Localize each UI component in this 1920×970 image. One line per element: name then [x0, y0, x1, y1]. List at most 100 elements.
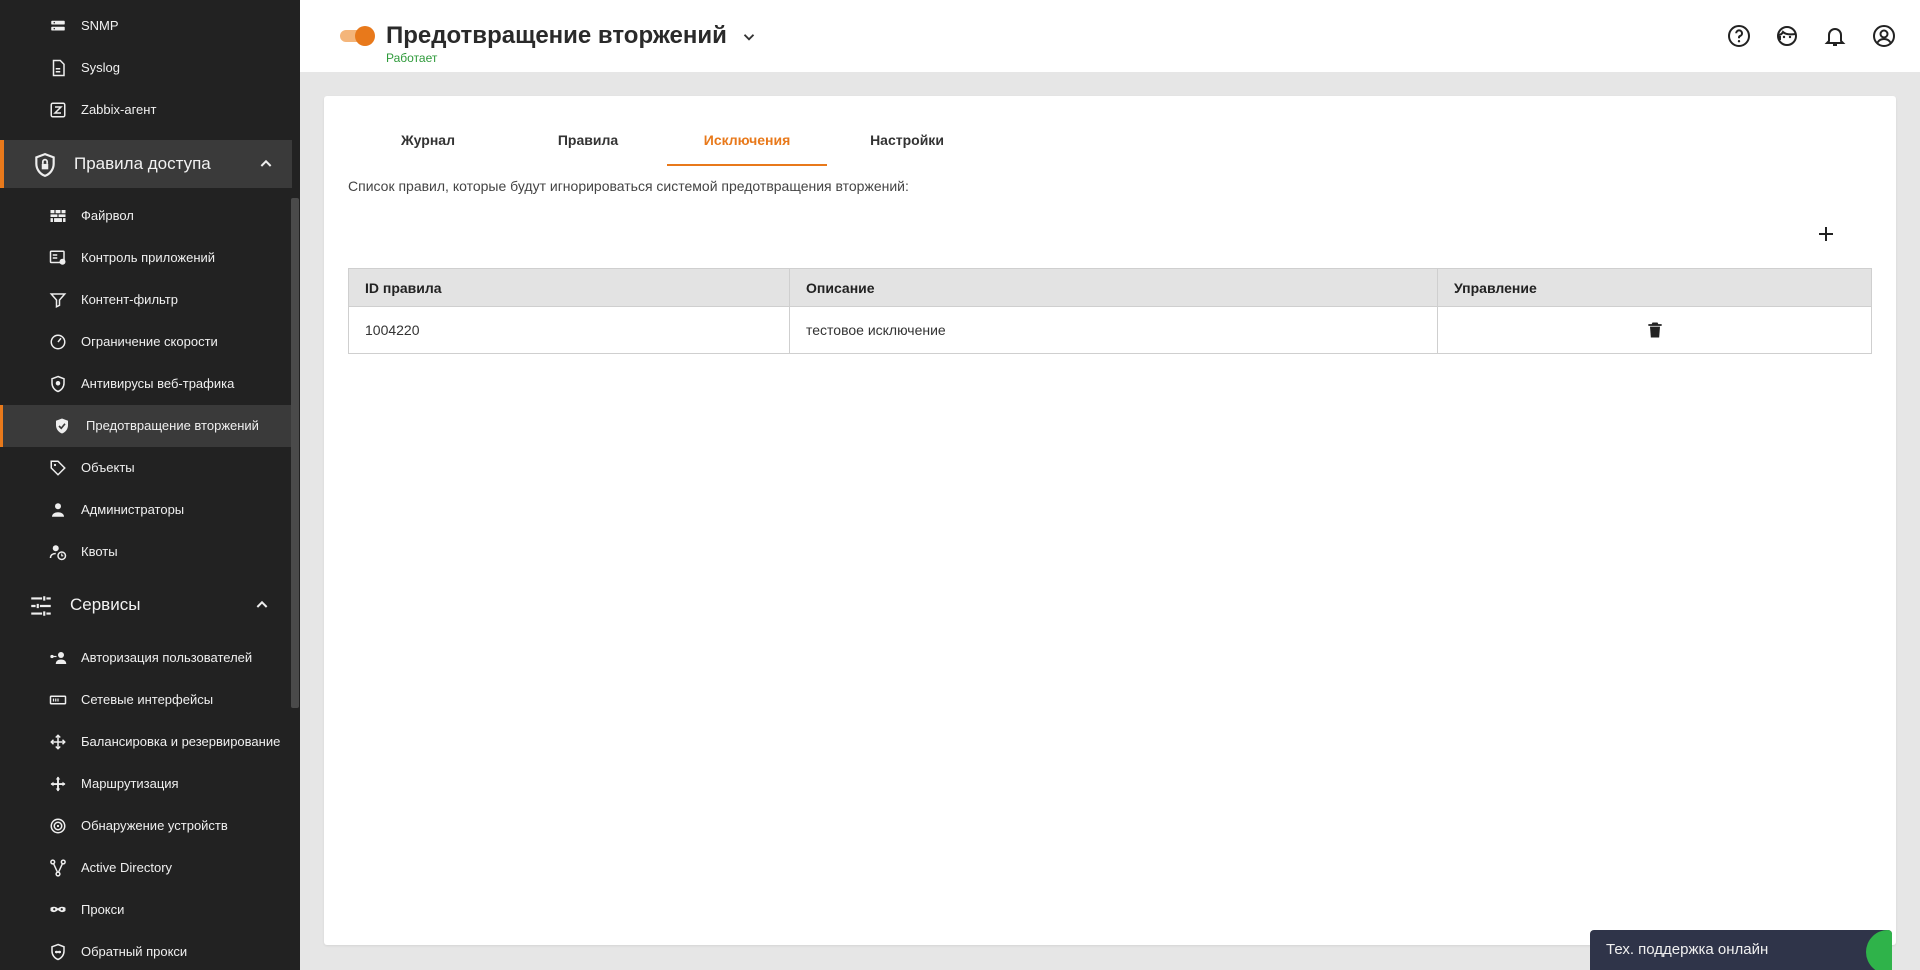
speed-limit-icon	[48, 332, 68, 352]
sidebar-item-intrusion-prevention[interactable]: Предотвращение вторжений	[0, 405, 292, 447]
cell-description: тестовое исключение	[790, 307, 1438, 353]
filter-icon	[48, 290, 68, 310]
sidebar-item-zabbix[interactable]: Zabbix-агент	[0, 89, 292, 131]
sidebar-item-snmp[interactable]: SNMP	[0, 5, 292, 47]
sidebar-item-label: Ограничение скорости	[81, 334, 218, 349]
sidebar-item-label: SNMP	[81, 18, 119, 33]
sidebar-group-services[interactable]: Сервисы	[0, 581, 292, 629]
sidebar-item-label: Сетевые интерфейсы	[81, 692, 214, 707]
sidebar-item-reverse-proxy[interactable]: Обратный прокси	[0, 931, 292, 970]
active-directory-icon	[48, 858, 68, 878]
sidebar-item-label: Антивирусы веб-трафика	[81, 376, 235, 391]
sidebar-item-syslog[interactable]: Syslog	[0, 47, 292, 89]
sidebar-scrollbar[interactable]	[291, 198, 299, 708]
shield-lock-icon	[32, 152, 58, 178]
sidebar-item-label: Администраторы	[81, 502, 185, 517]
sidebar-item-content-filter[interactable]: Контент-фильтр	[0, 279, 292, 321]
page-title: Предотвращение вторжений	[386, 22, 727, 49]
main-card: Журнал Правила Исключения Настройки Спис…	[324, 96, 1896, 945]
service-toggle[interactable]	[340, 26, 376, 46]
table-header: ID правила Описание Управление	[349, 269, 1871, 307]
app-control-icon	[48, 248, 68, 268]
sidebar-item-label: Контроль приложений	[81, 250, 216, 265]
sidebar-group-label: Сервисы	[70, 595, 141, 614]
column-header-rule-id: ID правила	[349, 269, 790, 306]
sidebar-item-firewall[interactable]: Файрвол	[0, 195, 292, 237]
sidebar-item-antivirus[interactable]: Антивирусы веб-трафика	[0, 363, 292, 405]
cell-actions	[1438, 307, 1871, 353]
admin-icon	[48, 500, 68, 520]
routing-icon	[48, 774, 68, 794]
chevron-down-icon[interactable]	[740, 28, 758, 46]
sidebar-item-label: Авторизация пользователей	[81, 650, 253, 665]
sidebar: SNMP Syslog Zabbix-агент Правила доступа…	[0, 0, 300, 970]
chevron-up-icon[interactable]	[258, 156, 274, 172]
status-text: Работает	[386, 51, 438, 65]
toggle-knob	[355, 26, 375, 46]
sidebar-item-proxy[interactable]: Прокси	[0, 889, 292, 931]
balancing-icon	[48, 732, 68, 752]
sliders-icon	[28, 593, 54, 619]
page-header: Предотвращение вторжений Работает	[300, 0, 1920, 72]
bell-icon[interactable]	[1823, 24, 1847, 48]
sidebar-item-active-directory[interactable]: Active Directory	[0, 847, 292, 889]
sidebar-group-label: Правила доступа	[74, 154, 211, 173]
sidebar-item-device-discovery[interactable]: Обнаружение устройств	[0, 805, 292, 847]
snmp-icon	[48, 16, 68, 36]
tab-rules[interactable]: Правила	[508, 126, 668, 166]
sidebar-item-label: Zabbix-агент	[81, 102, 157, 117]
sidebar-item-label: Обнаружение устройств	[81, 818, 228, 833]
sidebar-item-user-auth[interactable]: Авторизация пользователей	[0, 637, 292, 679]
delete-icon[interactable]	[1645, 320, 1665, 340]
sidebar-item-label: Квоты	[81, 544, 118, 559]
table-row: 1004220 тестовое исключение	[349, 307, 1871, 353]
chevron-up-icon[interactable]	[254, 597, 270, 613]
sidebar-item-balancing[interactable]: Балансировка и резервирование	[0, 721, 292, 763]
sidebar-item-quotas[interactable]: Квоты	[0, 531, 292, 573]
tab-journal[interactable]: Журнал	[348, 126, 508, 166]
sidebar-item-label: Предотвращение вторжений	[86, 418, 259, 433]
user-auth-icon	[48, 648, 68, 668]
sidebar-item-network-interfaces[interactable]: Сетевые интерфейсы	[0, 679, 292, 721]
column-header-actions: Управление	[1454, 279, 1537, 296]
support-chat-label: Тех. поддержка онлайн	[1606, 941, 1769, 958]
sidebar-item-label: Контент-фильтр	[81, 292, 178, 307]
firewall-icon	[48, 206, 68, 226]
syslog-icon	[48, 58, 68, 78]
sidebar-item-label: Syslog	[81, 60, 121, 75]
cell-rule-id: 1004220	[349, 307, 790, 353]
add-exception-button[interactable]	[1814, 222, 1838, 246]
network-interface-icon	[48, 690, 68, 710]
antivirus-icon	[48, 374, 68, 394]
sidebar-item-objects[interactable]: Объекты	[0, 447, 292, 489]
online-status-indicator	[1866, 930, 1892, 970]
help-icon[interactable]	[1727, 24, 1751, 48]
sidebar-item-label: Маршрутизация	[81, 776, 179, 791]
support-chat-button[interactable]: Тех. поддержка онлайн	[1590, 930, 1892, 970]
zabbix-icon	[48, 100, 68, 120]
exceptions-table: ID правила Описание Управление 1004220 т…	[348, 268, 1872, 354]
exceptions-description: Список правил, которые будут игнорироват…	[348, 178, 909, 194]
support-agent-icon[interactable]	[1775, 24, 1799, 48]
quota-icon	[48, 542, 68, 562]
tab-exceptions[interactable]: Исключения	[667, 126, 827, 166]
sidebar-item-label: Обратный прокси	[81, 944, 188, 959]
tab-settings[interactable]: Настройки	[827, 126, 987, 166]
discovery-icon	[48, 816, 68, 836]
sidebar-item-label: Балансировка и резервирование	[81, 734, 281, 749]
sidebar-item-label: Файрвол	[81, 208, 134, 223]
tag-icon	[48, 458, 68, 478]
sidebar-item-admins[interactable]: Администраторы	[0, 489, 292, 531]
shield-check-icon	[52, 416, 72, 436]
sidebar-item-routing[interactable]: Маршрутизация	[0, 763, 292, 805]
sidebar-group-access-rules[interactable]: Правила доступа	[0, 140, 292, 188]
sidebar-item-speed-limit[interactable]: Ограничение скорости	[0, 321, 292, 363]
sidebar-item-app-control[interactable]: Контроль приложений	[0, 237, 292, 279]
proxy-icon	[48, 900, 68, 920]
sidebar-item-label: Прокси	[81, 902, 125, 917]
column-header-description: Описание	[790, 269, 1438, 306]
sidebar-item-label: Active Directory	[81, 860, 173, 875]
sidebar-item-label: Объекты	[81, 460, 135, 475]
reverse-proxy-icon	[48, 942, 68, 962]
account-icon[interactable]	[1872, 24, 1896, 48]
